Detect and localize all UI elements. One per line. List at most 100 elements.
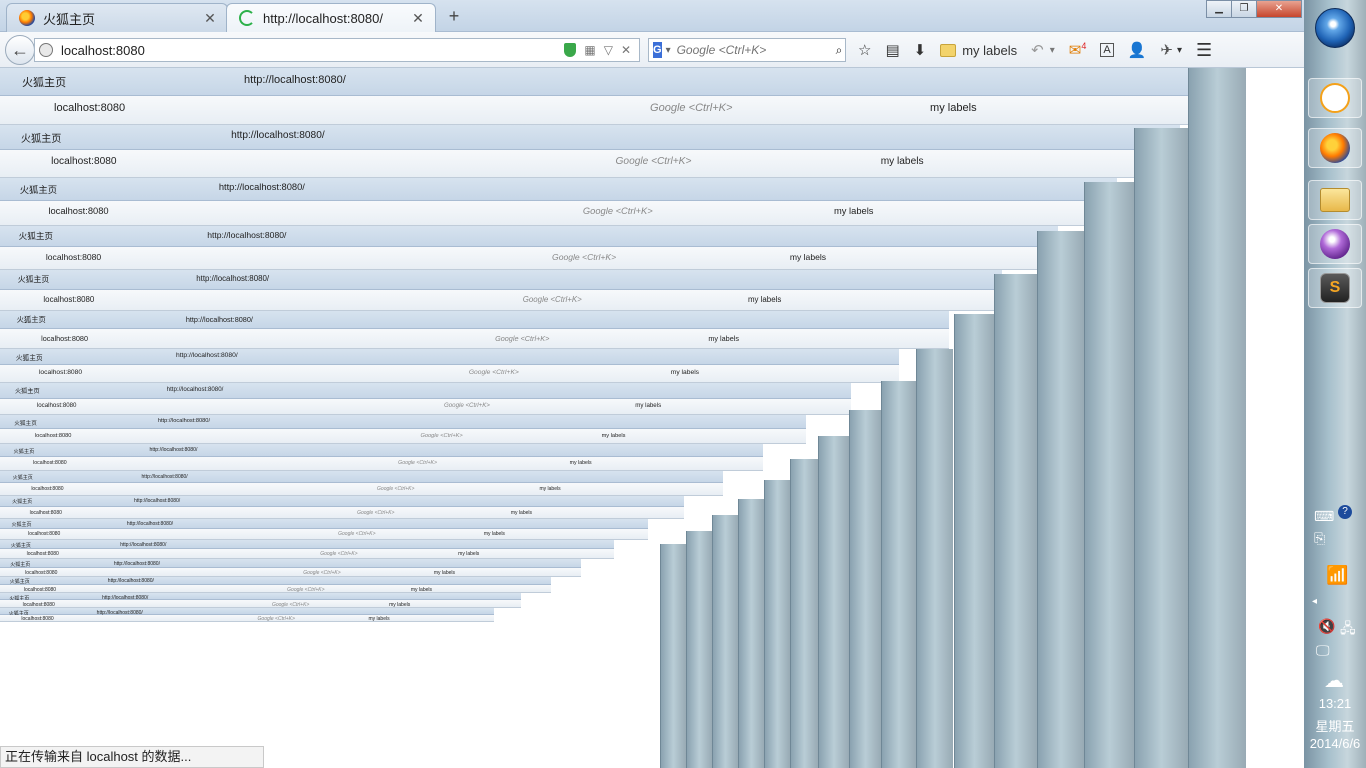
echo-nav-bar: localhost:8080 Google <Ctrl+K> my labels: [0, 529, 649, 540]
echo-tab-title: 火狐主页: [14, 420, 37, 427]
echo-tab-title: 火狐主页: [16, 314, 46, 324]
display-icon[interactable]: 🖵: [1316, 642, 1330, 659]
echo-labels: my labels: [601, 432, 626, 439]
echo-tab-strip: 火狐主页 http://localhost:8080/: [0, 177, 1118, 201]
echo-tab-title: http://localhost:8080/: [218, 182, 305, 193]
echo-search: Google <Ctrl+K>: [468, 369, 519, 377]
clock-weekday[interactable]: 星期五: [1304, 716, 1366, 735]
echo-nav-bar: localhost:8080 Google <Ctrl+K> my labels: [0, 614, 494, 623]
echo-search: Google <Ctrl+K>: [377, 486, 415, 493]
echo-labels: my labels: [410, 586, 433, 593]
echo-tab-title: http://localhost:8080/: [113, 560, 160, 567]
taskbar-button[interactable]: [1308, 224, 1362, 264]
echo-taskbar-column: [993, 274, 1038, 768]
echo-taskbar-column: [881, 381, 916, 768]
echo-tab-strip: 火狐主页 http://localhost:8080/: [0, 125, 1180, 151]
echo-tab-title: http://localhost:8080/: [157, 417, 211, 424]
echo-tab-strip: 火狐主页 http://localhost:8080/: [0, 225, 1059, 248]
wifi-icon[interactable]: 📶: [1326, 565, 1348, 586]
echo-url: localhost:8080: [28, 531, 61, 538]
mute-volume-icon[interactable]: 🔇: [1318, 618, 1335, 635]
echo-tab-strip: 火狐主页 http://localhost:8080/: [0, 415, 806, 430]
echo-nav-bar: localhost:8080 Google <Ctrl+K> my labels: [0, 600, 522, 609]
echo-taskbar-column: [848, 409, 882, 768]
taskbar-button[interactable]: [1308, 180, 1362, 220]
taskbar-button[interactable]: S: [1308, 268, 1362, 308]
echo-nav-bar: localhost:8080 Google <Ctrl+K> my labels: [0, 457, 764, 472]
browser-window: 火狐主页 ✕ http://localhost:8080/ ✕ + ▁ ❐ ✕ …: [0, 0, 1304, 768]
clock-date[interactable]: 2014/6/6: [1304, 736, 1366, 751]
echo-taskbar-column: [790, 458, 819, 768]
echo-taskbar-column: [738, 498, 765, 768]
echo-tab-title: http://localhost:8080/: [175, 352, 238, 359]
echo-taskbar-column: [1134, 128, 1188, 768]
echo-search: Google <Ctrl+K>: [257, 616, 295, 623]
echo-tab-title: http://localhost:8080/: [196, 274, 270, 284]
echo-tab-title: 火狐主页: [18, 231, 53, 242]
status-bar: 正在传输来自 localhost 的数据...: [0, 746, 264, 768]
echo-labels: my labels: [635, 402, 662, 410]
echo-labels: my labels: [368, 616, 390, 623]
echo-tab-strip: 火狐主页 http://localhost:8080/: [0, 496, 685, 508]
echo-labels: my labels: [670, 369, 700, 377]
start-button[interactable]: [1308, 8, 1362, 48]
echo-url: localhost:8080: [38, 369, 83, 377]
echo-tab-strip: 火狐主页 http://localhost:8080/: [0, 608, 494, 617]
echo-tab-title: 火狐主页: [17, 275, 50, 285]
echo-taskbar-column: [686, 530, 713, 768]
cloud-icon[interactable]: ☁: [1324, 668, 1344, 693]
echo-nav-bar: localhost:8080 Google <Ctrl+K> my labels: [0, 398, 852, 416]
tray-arrow-icon[interactable]: ◂: [1312, 596, 1317, 607]
echo-nav-bar: localhost:8080 Google <Ctrl+K> my labels: [0, 507, 685, 519]
echo-tab-title: http://localhost:8080/: [231, 130, 325, 142]
echo-tab-title: http://localhost:8080/: [244, 73, 346, 86]
echo-url: localhost:8080: [51, 156, 117, 168]
echo-search: Google <Ctrl+K>: [320, 551, 358, 558]
echo-tab-strip: 火狐主页 http://localhost:8080/: [0, 444, 764, 458]
echo-nav-bar: localhost:8080 Google <Ctrl+K> my labels: [0, 200, 1118, 226]
echo-tab-title: 火狐主页: [11, 521, 32, 528]
echo-tab-strip: 火狐主页 http://localhost:8080/: [0, 383, 852, 399]
echo-taskbar-column: [660, 544, 687, 768]
echo-tab-strip: 火狐主页 http://localhost:8080/: [0, 471, 723, 484]
echo-tab-title: http://localhost:8080/: [149, 446, 198, 453]
explorer-app-icon: [1320, 188, 1350, 212]
echo-tab-strip: 火狐主页 http://localhost:8080/: [0, 593, 522, 602]
echo-search: Google <Ctrl+K>: [303, 569, 341, 576]
echo-search: Google <Ctrl+K>: [338, 531, 376, 538]
help-icon[interactable]: ?: [1338, 505, 1352, 519]
echo-nav-bar: localhost:8080 Google <Ctrl+K> my labels: [0, 329, 949, 349]
echo-tab-title: http://localhost:8080/: [207, 230, 287, 241]
echo-nav-bar: localhost:8080 Google <Ctrl+K> my labels: [0, 95, 1246, 126]
echo-nav-bar: localhost:8080 Google <Ctrl+K> my labels: [0, 429, 806, 445]
echo-nav-bar: localhost:8080 Google <Ctrl+K> my labels: [0, 289, 1003, 312]
taskbar-button[interactable]: [1308, 78, 1362, 118]
echo-tab-title: 火狐主页: [19, 185, 58, 196]
echo-taskbar-column: [1083, 182, 1135, 768]
echo-labels: my labels: [880, 156, 924, 168]
echo-labels: my labels: [483, 531, 505, 538]
echo-nav-bar: localhost:8080 Google <Ctrl+K> my labels: [0, 247, 1059, 271]
echo-taskbar-column: [1188, 68, 1246, 768]
echo-taskbar-column: [915, 349, 954, 768]
echo-tab-title: 火狐主页: [20, 134, 62, 146]
keyboard-icon[interactable]: ⌨: [1314, 508, 1334, 525]
echo-nav-bar: localhost:8080 Google <Ctrl+K> my labels: [0, 365, 899, 384]
echo-url: localhost:8080: [21, 616, 54, 623]
network-icon[interactable]: 🖧: [1340, 618, 1356, 642]
taskbar-button[interactable]: [1308, 128, 1362, 168]
echo-url: localhost:8080: [34, 432, 72, 439]
echo-tab-strip: 火狐主页 http://localhost:8080/: [0, 348, 899, 366]
echo-labels: my labels: [539, 486, 561, 493]
echo-url: localhost:8080: [26, 551, 59, 558]
echo-taskbar-column: [953, 313, 994, 768]
echo-url: localhost:8080: [36, 402, 77, 410]
echo-tab-title: http://localhost:8080/: [120, 541, 167, 548]
echo-tab-strip: 火狐主页 http://localhost:8080/: [0, 576, 551, 585]
clock-time[interactable]: 13:21: [1304, 696, 1366, 711]
echo-tab-title: http://localhost:8080/: [107, 578, 154, 585]
echo-search: Google <Ctrl+K>: [357, 509, 395, 516]
echo-search: Google <Ctrl+K>: [495, 333, 550, 343]
echo-labels: my labels: [510, 509, 533, 516]
tray-expand-icon[interactable]: ⎘: [1314, 530, 1325, 547]
